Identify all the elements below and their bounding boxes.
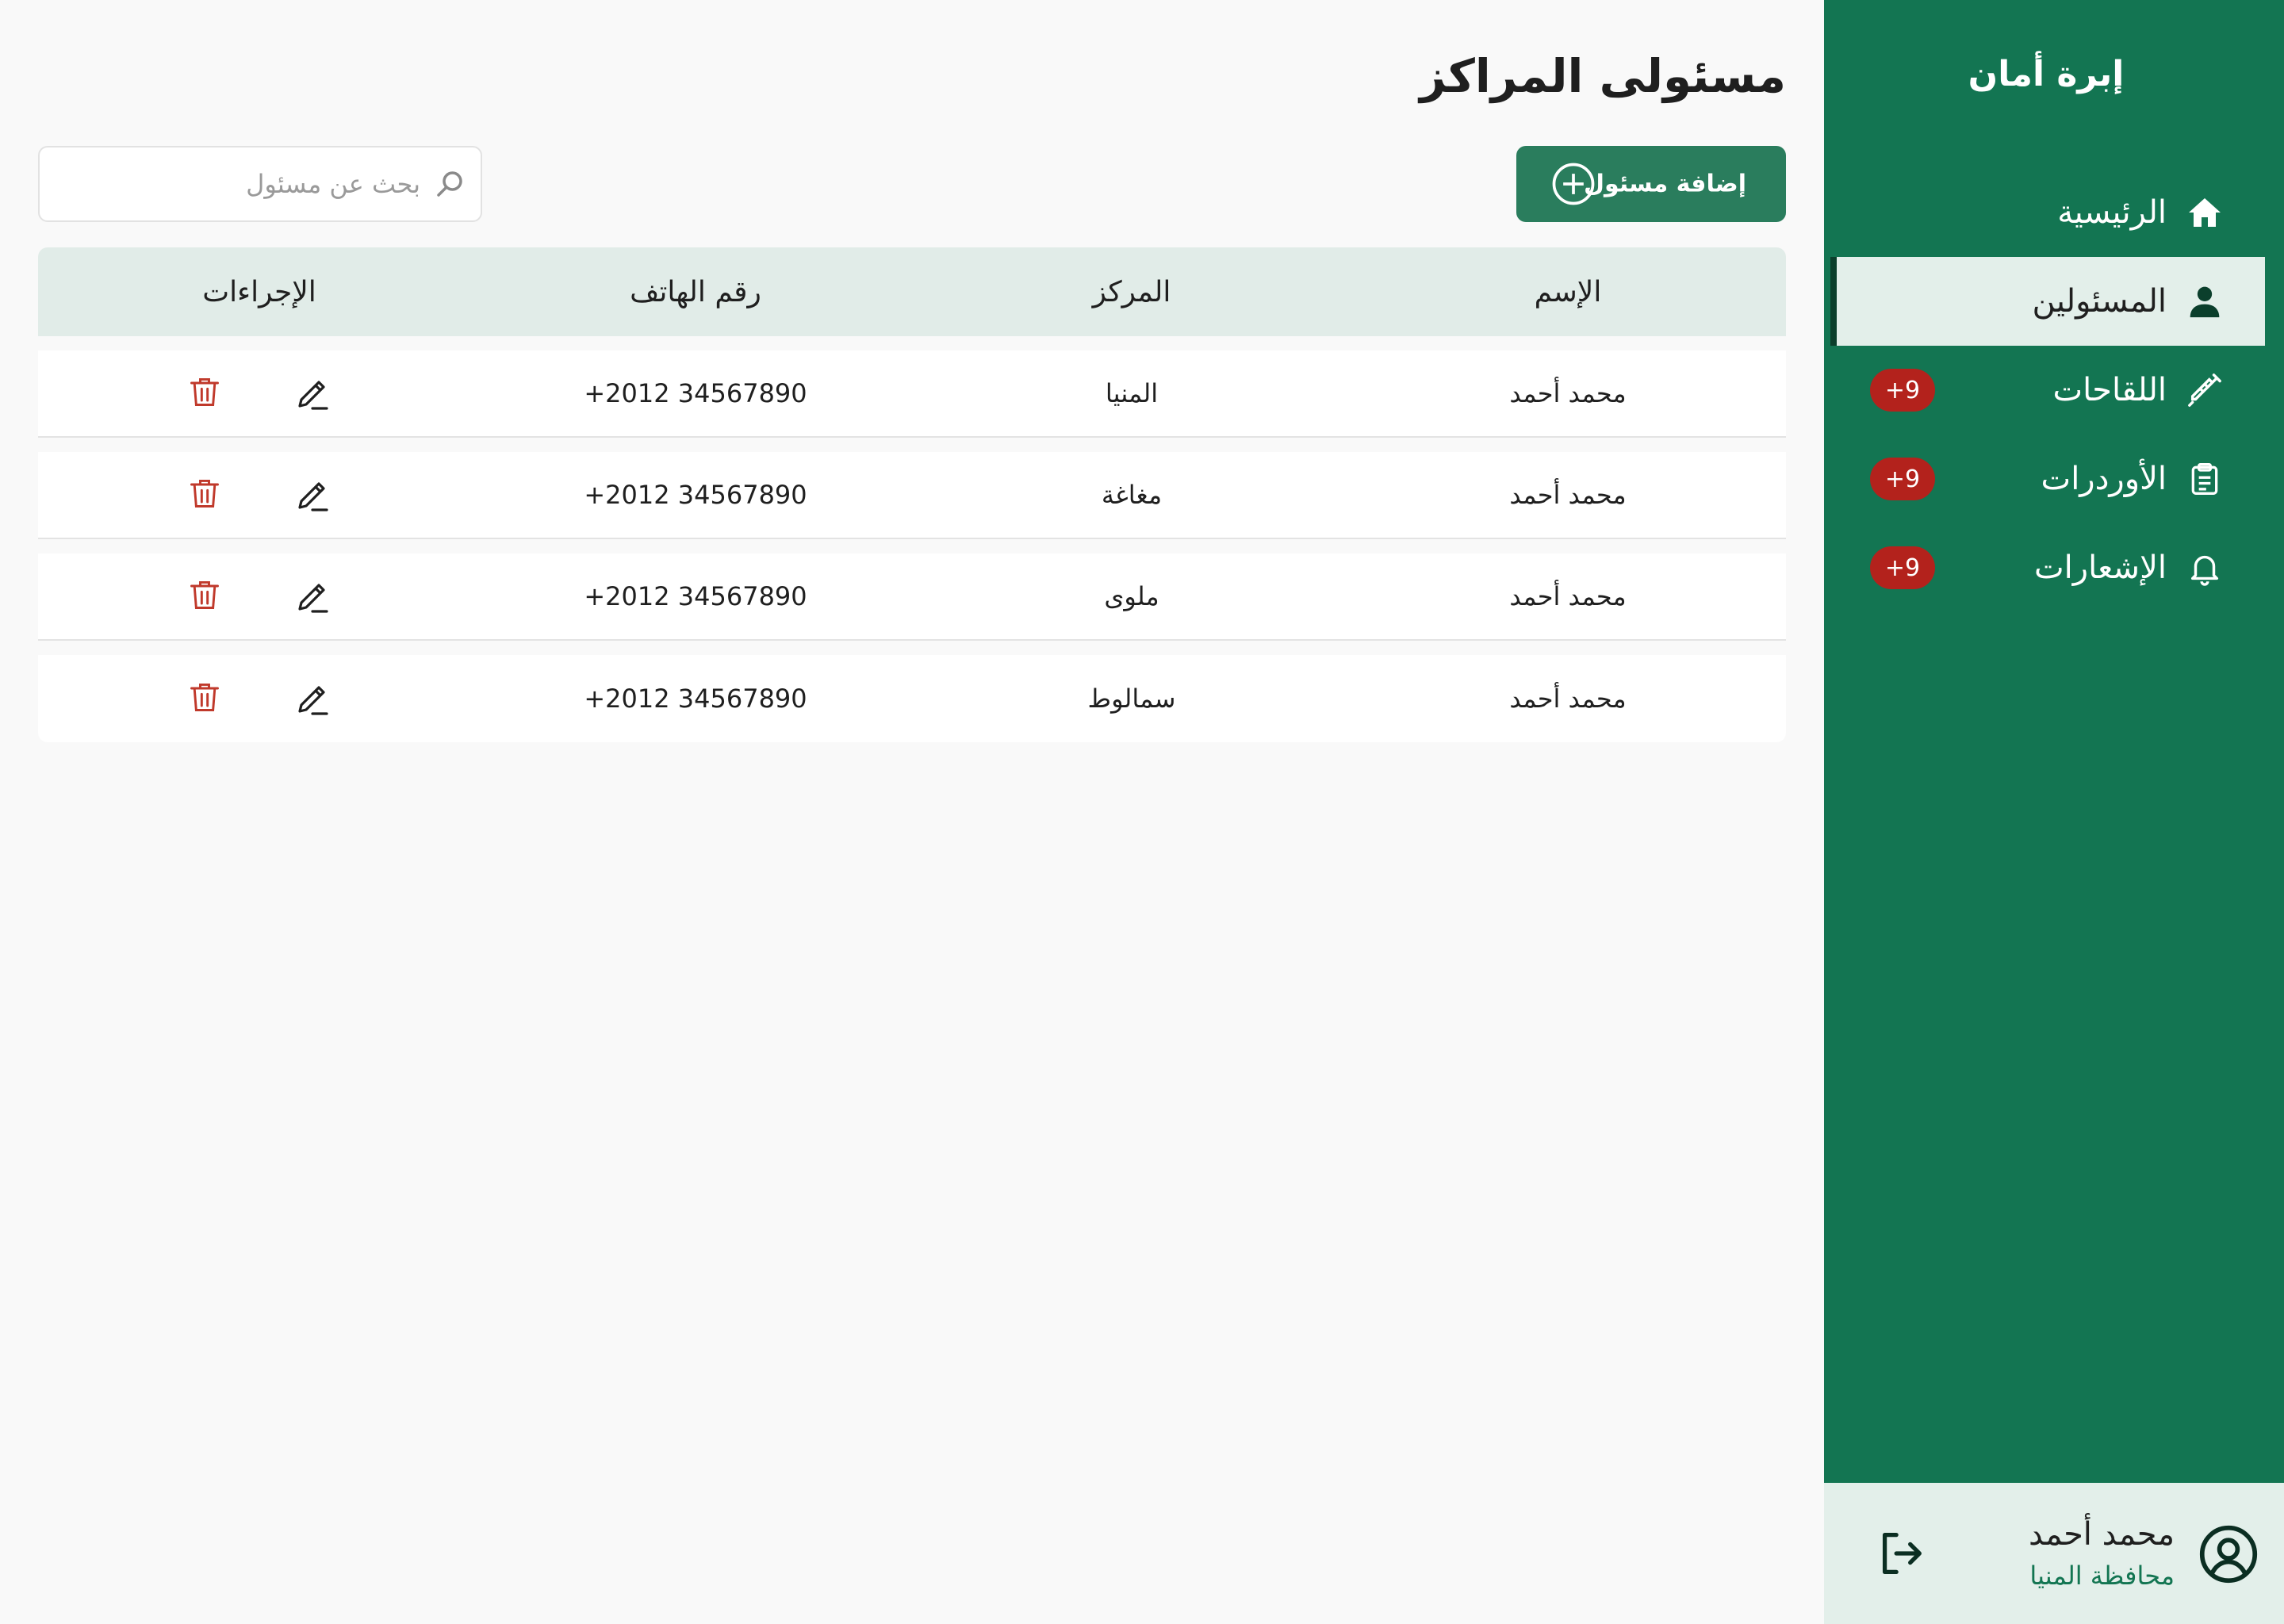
home-icon <box>2184 192 2225 233</box>
cell-phone: +2012 34567890 <box>584 378 807 408</box>
sidebar-item-notifications[interactable]: الإشعارات +9 <box>1824 523 2284 612</box>
clipboard-icon <box>2184 458 2225 500</box>
trash-icon[interactable] <box>184 374 222 412</box>
cell-phone: +2012 34567890 <box>584 480 807 510</box>
sidebar-item-label: اللقاحات <box>2052 372 2167 408</box>
sidebar: إبرة أمان الرئيسية المسئولين اللقاحات +9… <box>1824 0 2284 1624</box>
cell-center: ملوى <box>1104 581 1159 611</box>
table-row: محمد أحمد سمالوط +2012 34567890 <box>38 655 1786 742</box>
column-header-phone: رقم الهاتف <box>630 275 761 308</box>
sidebar-item-label: الإشعارات <box>2033 550 2167 586</box>
notification-badge: +9 <box>1870 458 1935 500</box>
cell-center: مغاغة <box>1101 480 1163 510</box>
column-header-center: المركز <box>1092 275 1171 308</box>
edit-icon[interactable] <box>293 680 331 718</box>
edit-icon[interactable] <box>293 374 331 412</box>
search-box <box>38 146 482 222</box>
sidebar-item-officials[interactable]: المسئولين <box>1830 257 2265 346</box>
cell-center: المنيا <box>1105 378 1159 408</box>
user-panel: محمد أحمد محافظة المنيا <box>1824 1483 2284 1624</box>
user-avatar-icon[interactable] <box>2198 1524 2259 1584</box>
cell-name: محمد أحمد <box>1509 480 1627 510</box>
sidebar-nav: الرئيسية المسئولين اللقاحات +9 الأوردرات… <box>1824 168 2284 612</box>
plus-circle-icon <box>1551 162 1596 206</box>
trash-icon[interactable] <box>184 680 222 718</box>
notification-badge: +9 <box>1870 546 1935 589</box>
cell-center: سمالوط <box>1087 684 1176 714</box>
table-row: محمد أحمد مغاغة +2012 34567890 <box>38 452 1786 539</box>
add-official-button-label: إضافة مسئول <box>1583 170 1746 198</box>
trash-icon[interactable] <box>184 476 222 514</box>
column-header-name: الإسم <box>1534 275 1602 308</box>
brand-title: إبرة أمان <box>1968 54 2125 94</box>
search-input[interactable] <box>87 160 420 208</box>
table-row: محمد أحمد ملوى +2012 34567890 <box>38 553 1786 641</box>
edit-icon[interactable] <box>293 476 331 514</box>
app-root: إبرة أمان الرئيسية المسئولين اللقاحات +9… <box>0 0 2284 1624</box>
sidebar-item-label: الأوردرات <box>2041 461 2167 497</box>
table-row: محمد أحمد المنيا +2012 34567890 <box>38 350 1786 438</box>
officials-table: الإسم المركز رقم الهاتف الإجراءات محمد أ… <box>38 247 1786 742</box>
table-header: الإسم المركز رقم الهاتف الإجراءات <box>38 247 1786 336</box>
page-title: مسئولى المراكز <box>1420 49 1786 103</box>
cell-name: محمد أحمد <box>1509 581 1627 611</box>
notification-badge: +9 <box>1870 369 1935 412</box>
column-header-actions: الإجراءات <box>202 275 316 308</box>
trash-icon[interactable] <box>184 577 222 615</box>
sidebar-item-home[interactable]: الرئيسية <box>1824 168 2284 257</box>
cell-phone: +2012 34567890 <box>584 581 807 611</box>
sidebar-item-orders[interactable]: الأوردرات +9 <box>1824 435 2284 523</box>
sidebar-item-vaccines[interactable]: اللقاحات +9 <box>1824 346 2284 435</box>
edit-icon[interactable] <box>293 577 331 615</box>
bell-icon <box>2184 547 2225 588</box>
user-name: محمد أحمد <box>2028 1516 2175 1553</box>
sidebar-item-label: المسئولين <box>2032 283 2167 320</box>
cell-name: محمد أحمد <box>1509 684 1627 714</box>
logout-icon[interactable] <box>1873 1526 1929 1581</box>
cell-phone: +2012 34567890 <box>584 684 807 714</box>
user-icon <box>2184 281 2225 322</box>
syringe-icon <box>2184 370 2225 411</box>
user-region: محافظة المنيا <box>2029 1561 2175 1591</box>
cell-name: محمد أحمد <box>1509 378 1627 408</box>
search-icon <box>433 167 466 201</box>
sidebar-item-label: الرئيسية <box>2057 194 2167 231</box>
add-official-button[interactable]: إضافة مسئول <box>1516 146 1786 222</box>
